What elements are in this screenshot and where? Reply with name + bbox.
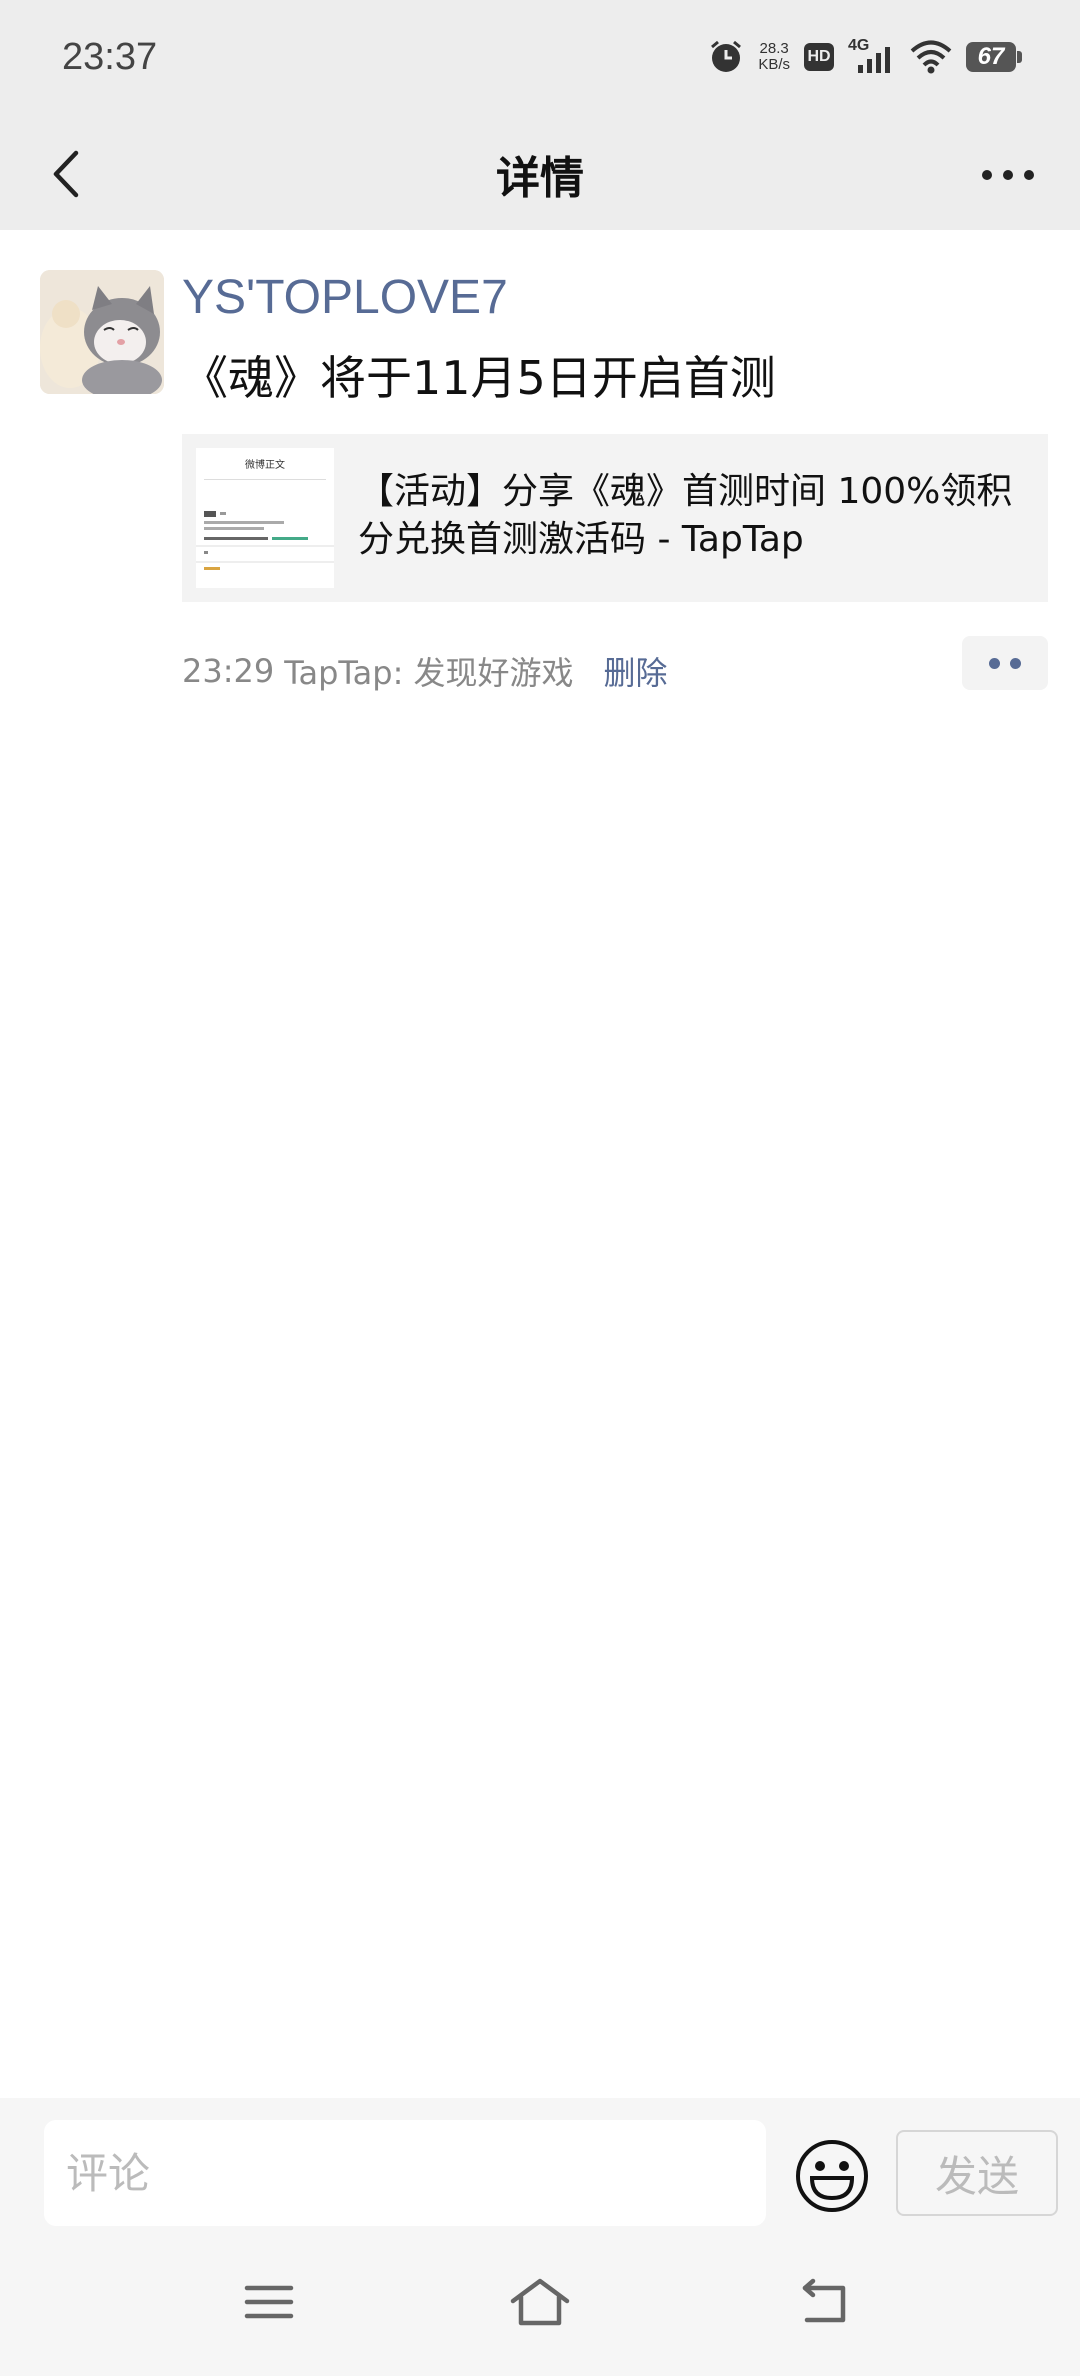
system-nav-bar: [0, 2228, 1080, 2376]
menu-button[interactable]: [224, 2262, 314, 2342]
battery-level: 67: [966, 42, 1016, 72]
avatar[interactable]: [40, 270, 164, 394]
post-text: 《魂》将于11月5日开启首测: [182, 351, 776, 405]
more-dot-icon: [1010, 657, 1021, 669]
emoji-button[interactable]: [794, 2138, 870, 2214]
system-back-button[interactable]: [780, 2262, 870, 2342]
comment-bar: 发送: [0, 2098, 1080, 2228]
home-icon: [510, 2278, 570, 2326]
back-icon: [802, 2278, 846, 2323]
hd-icon: HD: [804, 43, 834, 71]
net-speed-unit: KB/s: [758, 56, 790, 73]
net-speed: 28.3 KB/s: [758, 41, 790, 73]
net-speed-value: 28.3: [759, 40, 789, 57]
post-source[interactable]: TapTap: 发现好游戏: [284, 648, 573, 694]
more-button[interactable]: [970, 140, 1046, 210]
page-title: 详情: [496, 153, 584, 204]
more-dot-icon: [989, 657, 1000, 669]
post-time: 23:29: [182, 652, 275, 690]
status-time: 23:37: [62, 36, 158, 78]
author-name[interactable]: YS'TOPLOVE7: [182, 270, 508, 325]
home-button[interactable]: [495, 2262, 585, 2342]
link-title: 【活动】分享《魂》首测时间 100%领积分兑换首测激活码 - TapTap: [358, 471, 1013, 560]
wifi-icon: [910, 40, 952, 74]
more-dots-icon: [982, 170, 1034, 180]
link-thumbnail: 微博正文: [196, 448, 334, 588]
link-card[interactable]: 微博正文 【活动】分享《魂》首测时间 100%领积分兑换首测激活码 - TapT…: [182, 434, 1048, 602]
alarm-icon: [708, 39, 744, 75]
battery-icon: 67: [966, 42, 1022, 72]
status-bar: 23:37 28.3 KB/s HD 4G 67: [0, 0, 1080, 120]
like-comment-button[interactable]: [962, 636, 1048, 690]
delete-button[interactable]: 删除: [604, 648, 668, 694]
menu-icon: [244, 2285, 294, 2319]
signal-icon: 4G: [848, 37, 896, 77]
comment-input[interactable]: [44, 2120, 766, 2226]
network-type-label: 4G: [848, 37, 870, 54]
smiley-icon: [796, 2140, 868, 2212]
status-icons: 28.3 KB/s HD 4G 67: [708, 34, 1022, 80]
nav-bar: 详情: [0, 120, 1080, 230]
post-meta: 23:29 TapTap: 发现好游戏 删除: [182, 648, 668, 694]
thumb-heading: 微博正文: [245, 460, 285, 471]
send-button[interactable]: 发送: [896, 2130, 1058, 2216]
